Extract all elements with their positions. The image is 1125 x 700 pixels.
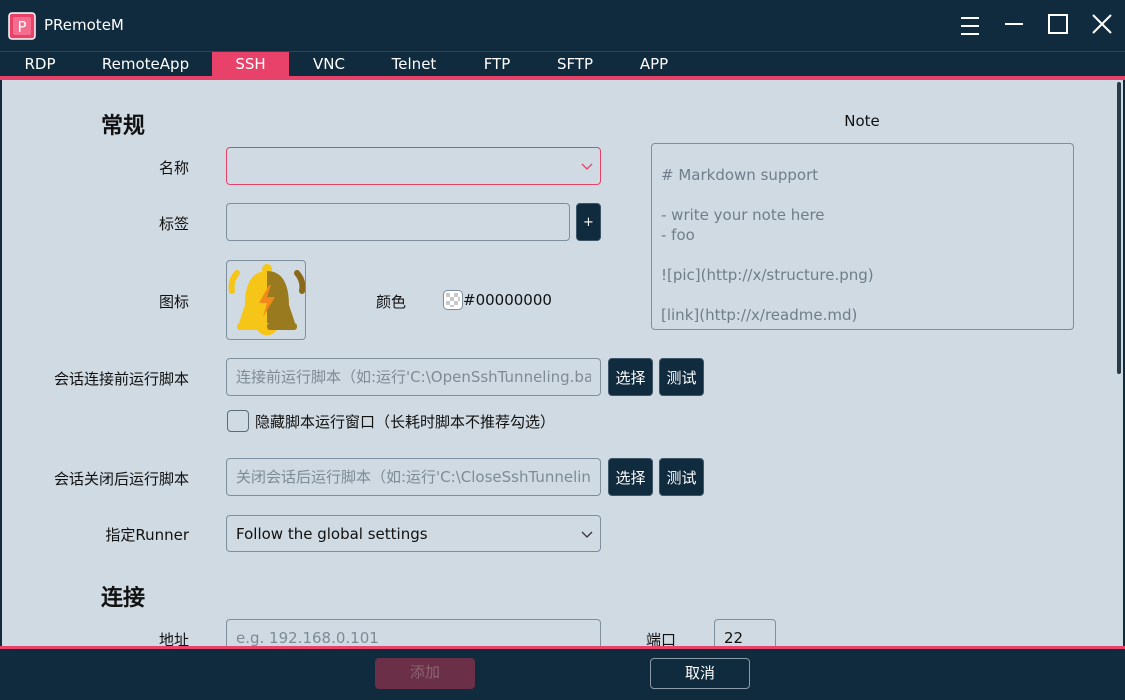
pre-script-test-button[interactable]: 测试	[659, 358, 704, 396]
cancel-button[interactable]: 取消	[650, 658, 750, 689]
runner-value: Follow the global settings	[236, 525, 428, 543]
svg-text:P: P	[17, 18, 26, 36]
pre-script-select-button[interactable]: 选择	[608, 358, 653, 396]
chevron-down-icon	[581, 163, 593, 170]
icon-label: 图标	[158, 293, 189, 311]
address-label: 地址	[158, 631, 189, 646]
runner-label: 指定Runner	[105, 526, 189, 544]
minimize-icon	[1005, 23, 1023, 25]
bell-icon	[228, 264, 305, 336]
close-button[interactable]	[1086, 10, 1118, 42]
close-icon	[1092, 14, 1112, 34]
maximize-icon	[1048, 14, 1068, 34]
note-title: Note	[844, 112, 880, 130]
pre-script-placeholder: 连接前运行脚本（如:运行'C:\OpenSshTunneling.bat'）	[236, 368, 591, 386]
tab-remoteapp[interactable]: RemoteApp	[88, 52, 203, 76]
tags-label: 标签	[158, 215, 189, 233]
address-input[interactable]: e.g. 192.168.0.101	[226, 619, 601, 646]
runner-select[interactable]: Follow the global settings	[226, 515, 601, 552]
tab-rdp[interactable]: RDP	[0, 52, 80, 76]
pre-script-label: 会话连接前运行脚本	[53, 370, 189, 388]
port-input[interactable]: 22	[714, 619, 776, 646]
app-title: PRemoteM	[44, 16, 124, 34]
menu-icon	[961, 17, 979, 35]
scrollbar[interactable]	[1116, 80, 1123, 646]
footer-bar: 添加 取消	[0, 649, 1125, 700]
section-title-connection: 连接	[101, 586, 146, 611]
post-script-input[interactable]: 关闭会话后运行脚本（如:运行'C:\CloseSshTunneling.bat'…	[226, 458, 601, 496]
tags-input[interactable]	[226, 203, 570, 241]
name-combobox[interactable]	[226, 147, 601, 185]
pre-script-input[interactable]: 连接前运行脚本（如:运行'C:\OpenSshTunneling.bat'）	[226, 358, 601, 396]
note-textarea[interactable]: # Markdown support - write your note her…	[651, 143, 1074, 330]
address-placeholder: e.g. 192.168.0.101	[236, 629, 379, 646]
port-label: 端口	[646, 631, 677, 646]
app-logo-icon: P	[8, 12, 36, 40]
minimize-button[interactable]	[998, 10, 1030, 42]
name-label: 名称	[158, 159, 189, 177]
chevron-down-icon	[581, 531, 593, 538]
title-bar: P PRemoteM	[0, 0, 1125, 52]
tab-telnet[interactable]: Telnet	[374, 52, 454, 76]
maximize-button[interactable]	[1042, 10, 1074, 42]
tab-app[interactable]: APP	[614, 52, 694, 76]
menu-button[interactable]	[954, 10, 986, 42]
post-script-placeholder: 关闭会话后运行脚本（如:运行'C:\CloseSshTunneling.bat'…	[236, 468, 591, 486]
ssh-form: 常规 名称 标签 + 图标 颜色 #00000000 Note # Markdo…	[2, 80, 1116, 646]
protocol-tabs: RDP RemoteApp SSH VNC Telnet FTP SFTP AP…	[0, 52, 1125, 76]
hide-window-checkbox[interactable]	[227, 410, 249, 432]
post-script-label: 会话关闭后运行脚本	[53, 470, 189, 488]
color-swatch[interactable]	[443, 290, 463, 310]
post-script-select-button[interactable]: 选择	[608, 458, 653, 496]
tab-sftp[interactable]: SFTP	[535, 52, 615, 76]
add-button[interactable]: 添加	[375, 658, 475, 689]
add-tag-button[interactable]: +	[576, 203, 601, 241]
color-label: 颜色	[375, 293, 406, 311]
post-script-test-button[interactable]: 测试	[659, 458, 704, 496]
hide-window-label: 隐藏脚本运行窗口（长耗时脚本不推荐勾选）	[255, 413, 556, 431]
tab-ssh[interactable]: SSH	[212, 52, 289, 76]
color-value[interactable]: #00000000	[463, 291, 552, 309]
tab-vnc[interactable]: VNC	[289, 52, 369, 76]
icon-picker[interactable]	[226, 260, 306, 340]
section-title-general: 常规	[101, 114, 146, 139]
scrollbar-thumb[interactable]	[1117, 82, 1121, 374]
port-value: 22	[724, 629, 744, 646]
tab-ftp[interactable]: FTP	[457, 52, 537, 76]
